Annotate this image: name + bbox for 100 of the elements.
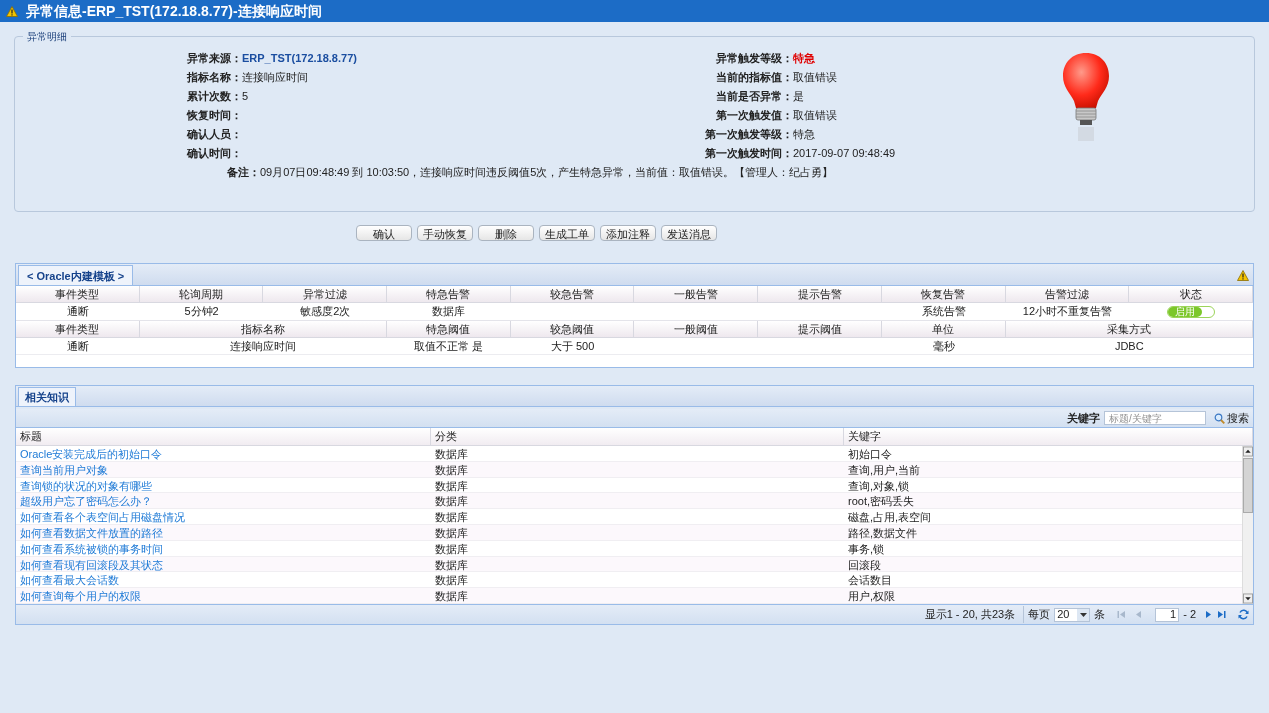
column-header: 指标名称 xyxy=(139,321,388,338)
column-header: 较急阈值 xyxy=(510,321,635,338)
field-value[interactable]: ERP_TST(172.18.8.77) xyxy=(242,50,357,67)
table-cell: 连接响应时间 xyxy=(139,338,388,355)
column-header: 单位 xyxy=(881,321,1006,338)
field-value: 5 xyxy=(242,89,249,105)
table-cell-text: 回滚段 xyxy=(847,557,882,573)
note-text: 09月07日09:48:49 到 10:03:50，连接响应时间违反阈值5次，产生特急异常，当前值：取值错误。【管理人：纪占勇】 xyxy=(260,165,834,181)
search-icon xyxy=(1214,412,1225,424)
table-cell: 通断 xyxy=(16,338,140,355)
scroll-up-icon[interactable] xyxy=(1243,446,1253,457)
next-page-icon[interactable] xyxy=(1204,610,1213,619)
table-cell-text: 会话数目 xyxy=(847,573,893,589)
column-header: 事件类型 xyxy=(16,321,140,338)
column-header: 较急告警 xyxy=(510,286,635,303)
column-header: 提示告警 xyxy=(758,286,882,303)
action-button[interactable]: 添加注释 xyxy=(600,225,656,241)
field-label: 确认时间： xyxy=(186,146,242,162)
light-bulb-icon xyxy=(1061,51,1111,143)
table-cell-text: 数据库 xyxy=(434,510,469,526)
table-cell-text: 数据库 xyxy=(434,494,469,510)
article-link[interactable]: 查询当前用户对象 xyxy=(16,461,431,479)
column-header: 特急阈值 xyxy=(387,321,511,338)
column-header: 标题 xyxy=(16,428,431,445)
field-label: 恢复时间： xyxy=(185,108,242,124)
table-cell: JDBC xyxy=(1005,338,1253,355)
field-label: 第一次触发时间： xyxy=(704,146,793,162)
column-header: 分类 xyxy=(431,428,844,445)
table-cell: 毫秒 xyxy=(881,338,1006,355)
table-cell-text: 数据库 xyxy=(434,541,469,557)
table-cell-text: 磁盘,占用,表空间 xyxy=(847,510,933,526)
scroll-down-icon[interactable] xyxy=(1243,593,1253,604)
table-cell-text: 初始口令 xyxy=(847,447,893,462)
scroll-thumb[interactable] xyxy=(1243,458,1253,513)
action-button[interactable]: 生成工单 xyxy=(539,225,595,241)
page-size-select[interactable]: 20 xyxy=(1054,607,1091,622)
article-link[interactable]: 如何查看数据文件放置的路径 xyxy=(16,525,431,542)
pager-label: 每页 xyxy=(1023,606,1051,623)
table-cell-text: 数据库 xyxy=(434,478,469,494)
field-value: 是 xyxy=(793,89,804,105)
field-label: 指标名称： xyxy=(186,70,242,86)
column-header: 恢复告警 xyxy=(881,286,1006,303)
last-page-icon[interactable] xyxy=(1217,610,1226,619)
column-header: 事件类型 xyxy=(16,286,140,303)
article-link[interactable]: 查询锁的状况的对象有哪些 xyxy=(16,477,431,495)
field-label: 累计次数： xyxy=(186,89,242,105)
action-button[interactable]: 手动恢复 xyxy=(417,225,473,241)
scrollbar[interactable] xyxy=(1242,446,1253,604)
column-header: 采集方式 xyxy=(1005,321,1253,338)
table-cell-text: 12小时不重复告警 xyxy=(1021,304,1114,320)
pager-summary: 显示1 - 20, 共23条 xyxy=(924,607,1016,623)
field-label: 第一次触发等级： xyxy=(704,127,793,143)
table-cell-text: 5分钟2 xyxy=(183,304,220,320)
field-label: 确认人员： xyxy=(186,127,242,143)
table-cell-text: 事务,锁 xyxy=(847,541,886,557)
template-tab[interactable]: < Oracle内建模板 > xyxy=(18,265,134,285)
article-link[interactable]: 如何查询每个用户的权限 xyxy=(16,588,431,605)
search-field[interactable]: 标题/关键字 xyxy=(1104,411,1206,425)
action-button[interactable]: 发送消息 xyxy=(661,225,717,241)
table-cell-text: 系统告警 xyxy=(920,304,967,320)
article-link[interactable]: 如何查看最大会话数 xyxy=(16,572,431,589)
article-link[interactable]: 超级用户忘了密码怎么办？ xyxy=(16,493,431,510)
action-button[interactable]: 确认 xyxy=(356,225,412,241)
table-cell-text: 数据库 xyxy=(431,304,467,320)
field-value: 连接响应时间 xyxy=(242,70,308,86)
column-header: 状态 xyxy=(1129,286,1253,303)
search-button[interactable]: 搜索 xyxy=(1214,409,1249,427)
table-cell-text: 通断 xyxy=(65,304,90,320)
field-label: 异常来源： xyxy=(186,51,242,67)
caret-icon xyxy=(1077,608,1090,621)
table-cell-text: 数据库 xyxy=(434,557,469,573)
field-value: 特急 xyxy=(793,127,815,143)
column-header: 一般告警 xyxy=(634,286,759,303)
article-link[interactable]: 如何查看各个表空间占用磁盘情况 xyxy=(16,509,431,526)
knowledge-tab[interactable]: 相关知识 xyxy=(18,387,76,406)
table-cell-text: 查询,用户,当前 xyxy=(847,462,922,478)
table-cell: 大于 500 xyxy=(510,338,635,355)
field-value: 特急 xyxy=(793,51,815,67)
action-button[interactable]: 删除 xyxy=(478,225,534,241)
field-label: 备注： xyxy=(226,165,260,181)
pager-label: 条 xyxy=(1094,607,1106,623)
page-number-field[interactable]: 1 xyxy=(1155,607,1180,622)
table-cell-text: root,密码丢失 xyxy=(847,494,915,510)
article-link[interactable]: 如何查看系统被锁的事务时间 xyxy=(16,540,431,558)
article-link[interactable]: Oracle安装完成后的初始口令 xyxy=(16,446,431,463)
table-cell-text: 用户,权限 xyxy=(847,589,897,605)
article-link[interactable]: 如何查看现有回滚段及其状态 xyxy=(16,556,431,574)
table-cell-text: 数据库 xyxy=(434,526,469,541)
table-cell-text: 敏感度2次 xyxy=(299,304,352,320)
refresh-icon[interactable] xyxy=(1238,609,1249,620)
column-header: 告警过滤 xyxy=(1005,286,1130,303)
column-header: 特急告警 xyxy=(387,286,511,303)
field-value: 取值错误 xyxy=(793,108,837,124)
page-total: - 2 xyxy=(1183,607,1196,623)
field-value: 2017-09-07 09:48:49 xyxy=(793,146,896,162)
field-label: 当前是否异常： xyxy=(715,89,793,105)
table-cell-text: 数据库 xyxy=(434,573,469,589)
field-value: 取值错误 xyxy=(793,70,837,86)
column-header: 一般阈值 xyxy=(634,321,759,338)
field-label: 异常触发等级： xyxy=(715,51,793,67)
